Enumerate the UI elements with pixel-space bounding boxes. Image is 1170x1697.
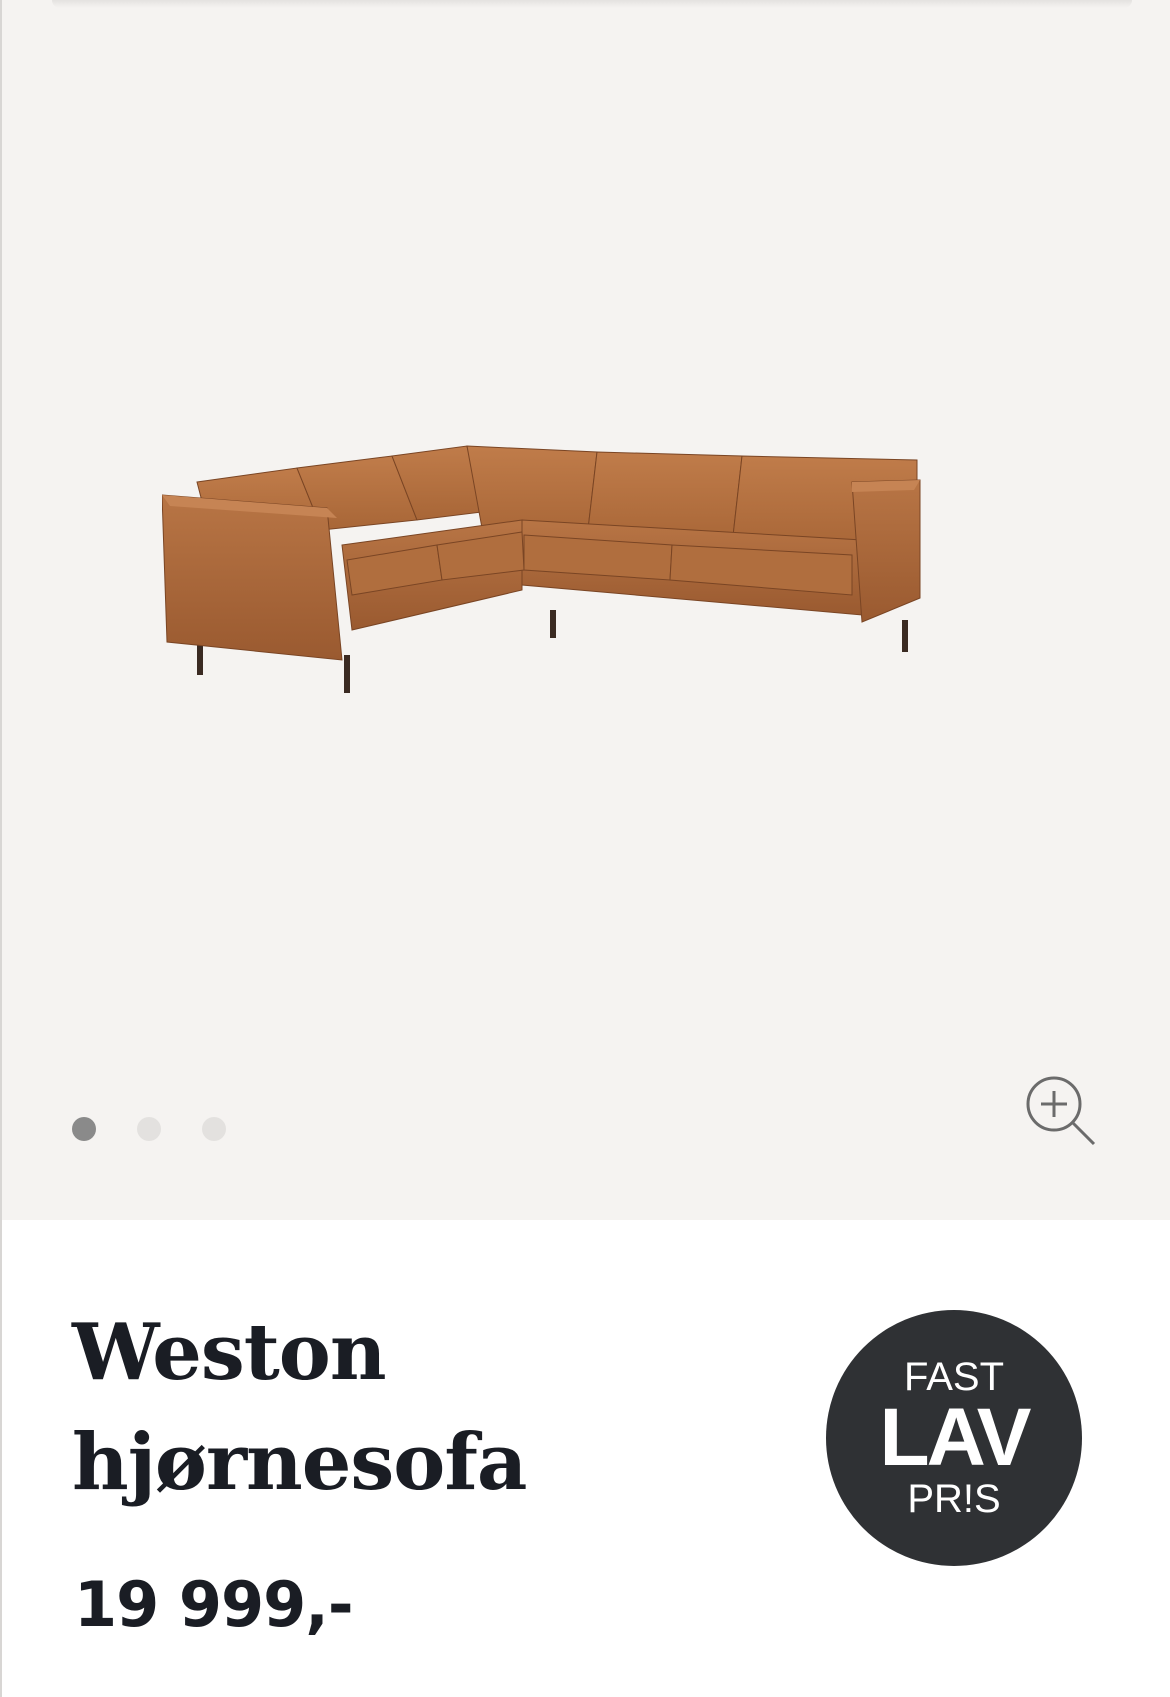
- gallery-pagination: [72, 1117, 226, 1141]
- product-price: 19 999,-: [74, 1568, 354, 1641]
- zoom-in-icon[interactable]: [1024, 1074, 1096, 1146]
- gallery-dot-1[interactable]: [72, 1117, 96, 1141]
- fast-lav-pris-badge: FAST LAV PR!S: [826, 1310, 1082, 1566]
- product-title-line1: Weston: [72, 1307, 387, 1398]
- product-info: Weston hjørnesofa FAST LAV PR!S 19 999,-: [0, 1220, 1170, 1697]
- header-shadow: [52, 0, 1132, 8]
- badge-line-3: PR!S: [907, 1477, 1001, 1521]
- product-page: Weston hjørnesofa FAST LAV PR!S 19 999,-: [0, 0, 1170, 1697]
- product-title: Weston hjørnesofa: [72, 1298, 712, 1518]
- sofa-product-image[interactable]: [162, 420, 1012, 700]
- badge-line-2: LAV: [879, 1392, 1032, 1483]
- product-title-line2: hjørnesofa: [72, 1417, 527, 1508]
- gallery-dot-3[interactable]: [202, 1117, 226, 1141]
- gallery-dot-2[interactable]: [137, 1117, 161, 1141]
- product-image-gallery[interactable]: [0, 0, 1170, 1220]
